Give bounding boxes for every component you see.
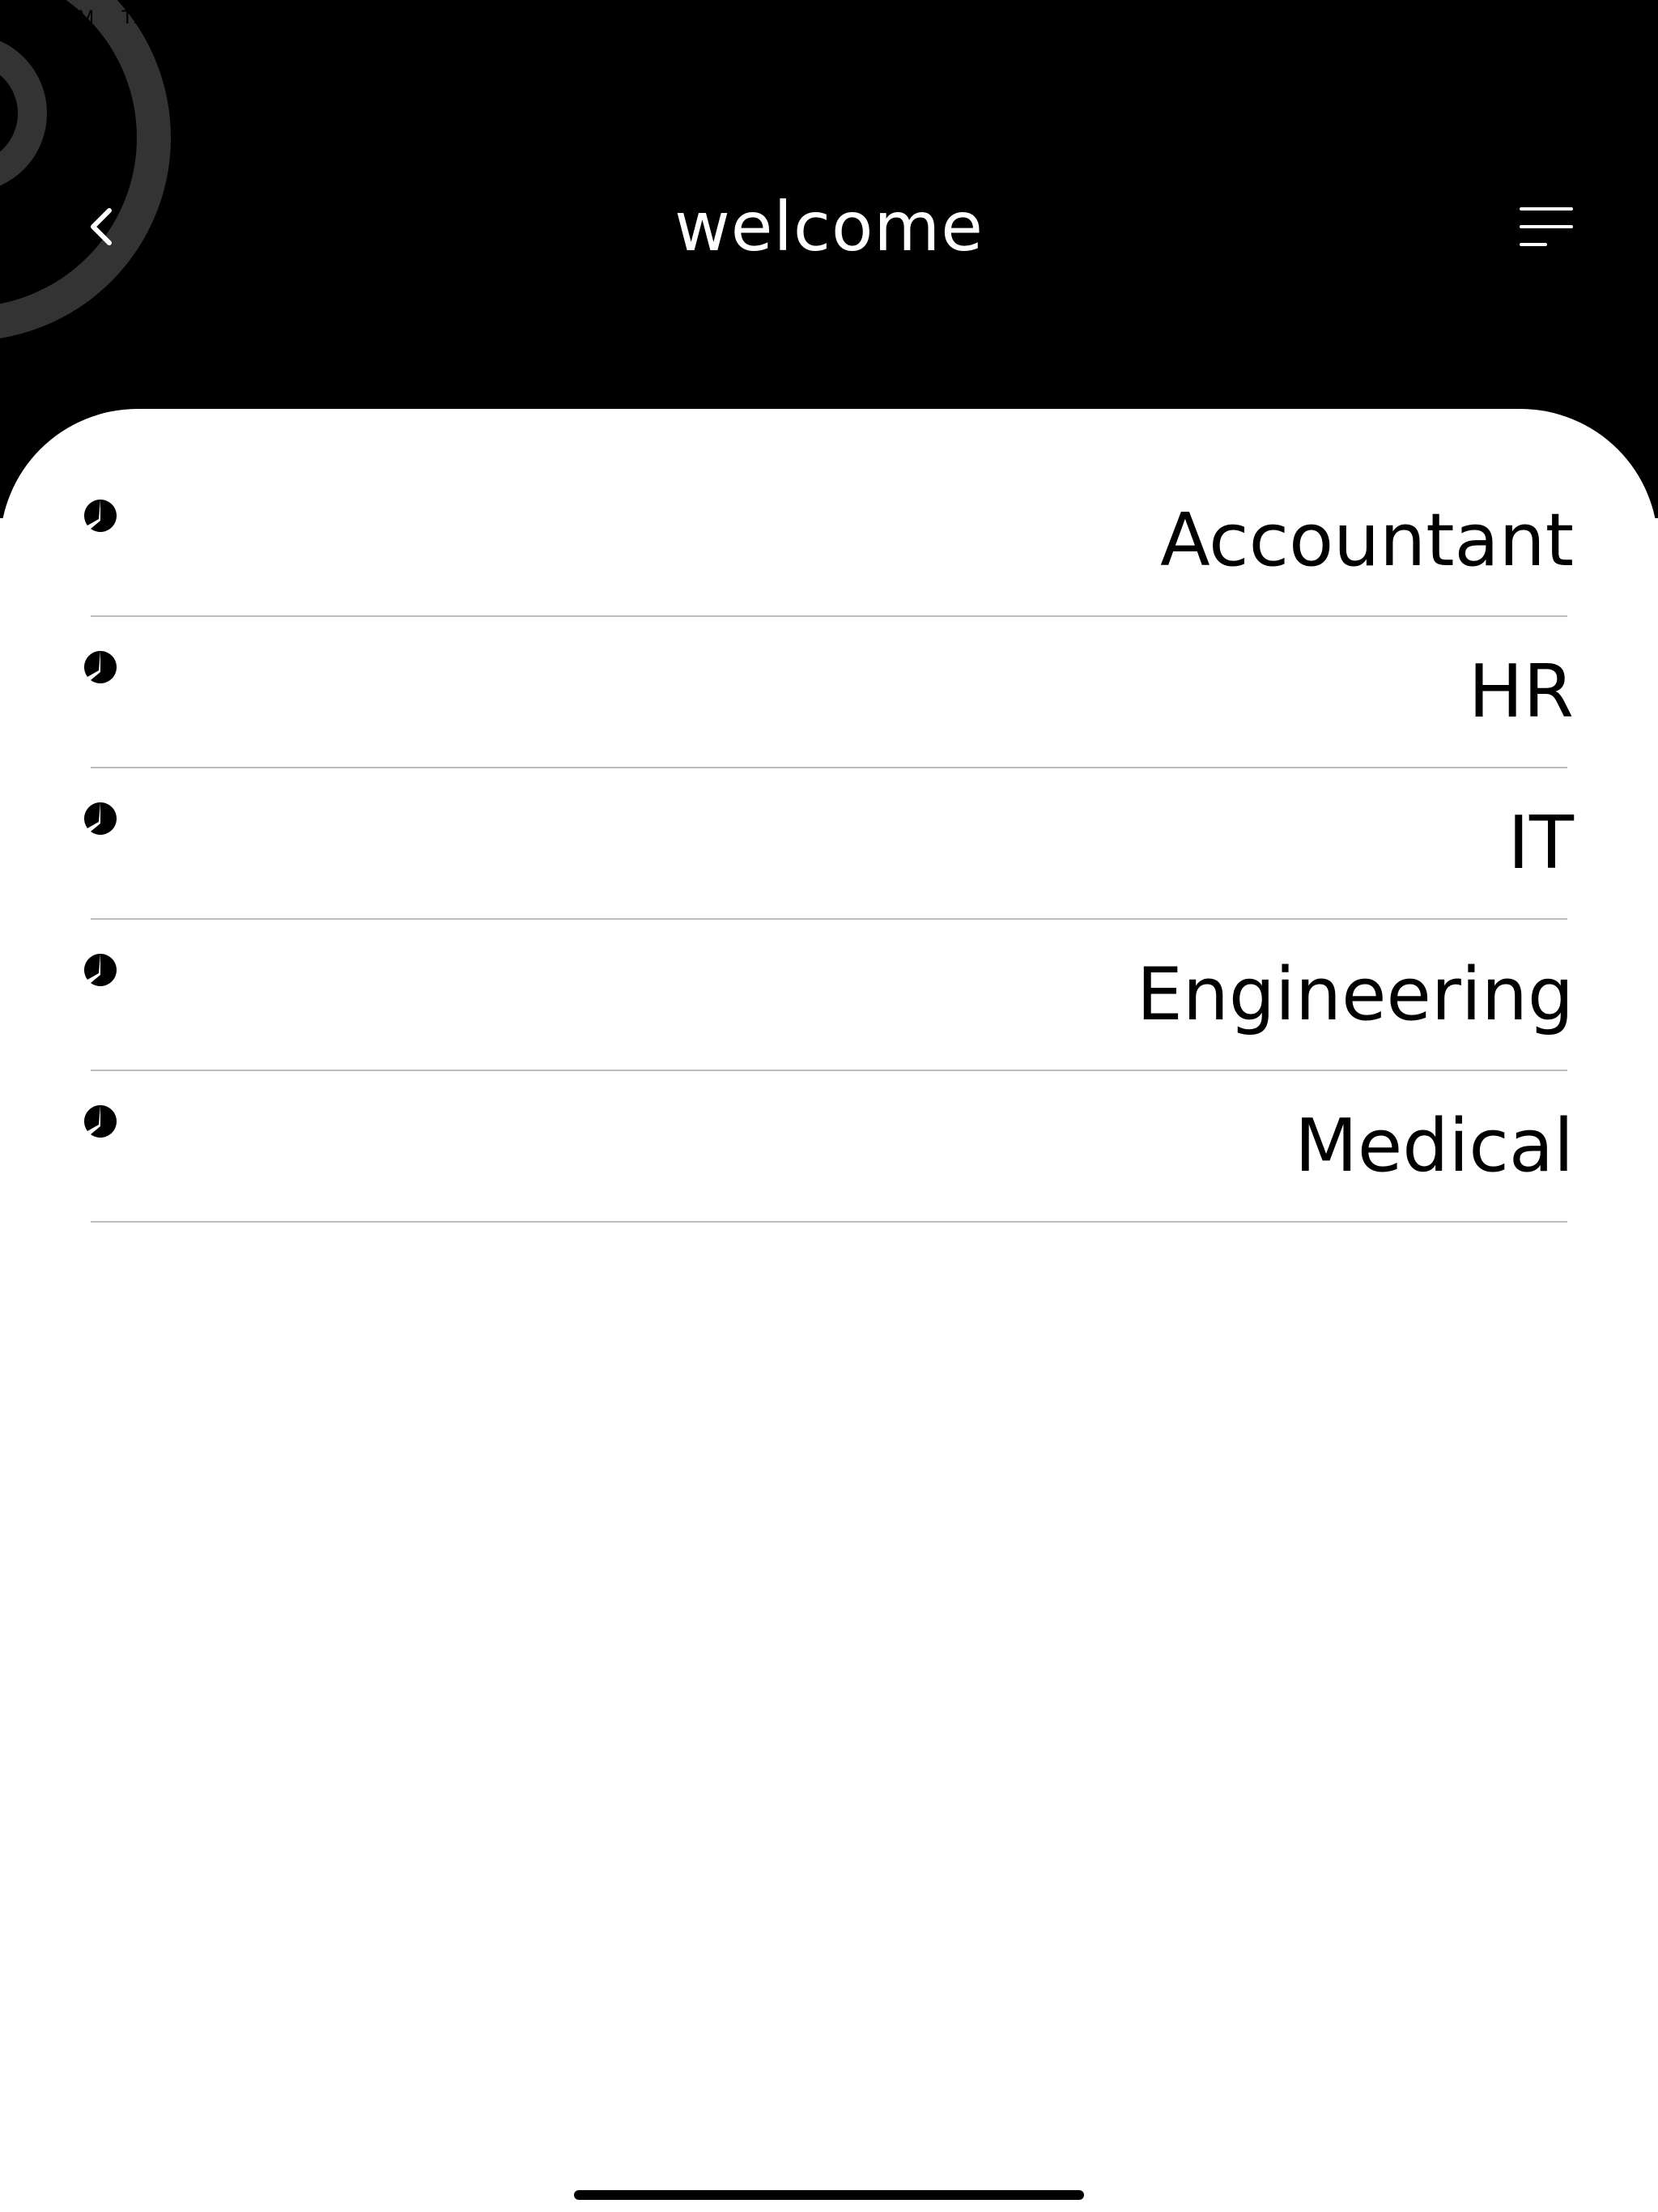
bullet-icon <box>84 802 117 835</box>
back-button[interactable] <box>77 194 125 259</box>
page-title: welcome <box>674 187 984 266</box>
bullet-icon <box>84 954 117 986</box>
chevron-left-icon <box>91 208 112 245</box>
bullet-icon <box>84 651 117 683</box>
list-item-engineering[interactable]: Engineering <box>84 920 1574 1071</box>
list-item-label: Medical <box>1295 1104 1574 1189</box>
list-item-label: Accountant <box>1160 498 1574 583</box>
menu-button[interactable] <box>1514 198 1579 255</box>
status-day: Thu <box>121 6 155 28</box>
list-item-label: Engineering <box>1137 952 1574 1037</box>
screen: PM Thu welcome Accountant HR IT Engineer… <box>0 0 1658 2212</box>
list-item-label: HR <box>1468 649 1574 734</box>
list-item-label: IT <box>1507 801 1574 886</box>
bullet-icon <box>84 1105 117 1138</box>
status-bar: PM Thu <box>0 6 1658 31</box>
status-time: PM <box>65 6 94 28</box>
menu-icon <box>1520 207 1573 246</box>
home-indicator <box>574 2190 1084 2200</box>
list-item-medical[interactable]: Medical <box>84 1071 1574 1223</box>
category-list: Accountant HR IT Engineering Medical <box>84 466 1574 1223</box>
list-item-it[interactable]: IT <box>84 768 1574 920</box>
bullet-icon <box>84 500 117 532</box>
list-item-hr[interactable]: HR <box>84 617 1574 768</box>
list-item-accountant[interactable]: Accountant <box>84 466 1574 617</box>
